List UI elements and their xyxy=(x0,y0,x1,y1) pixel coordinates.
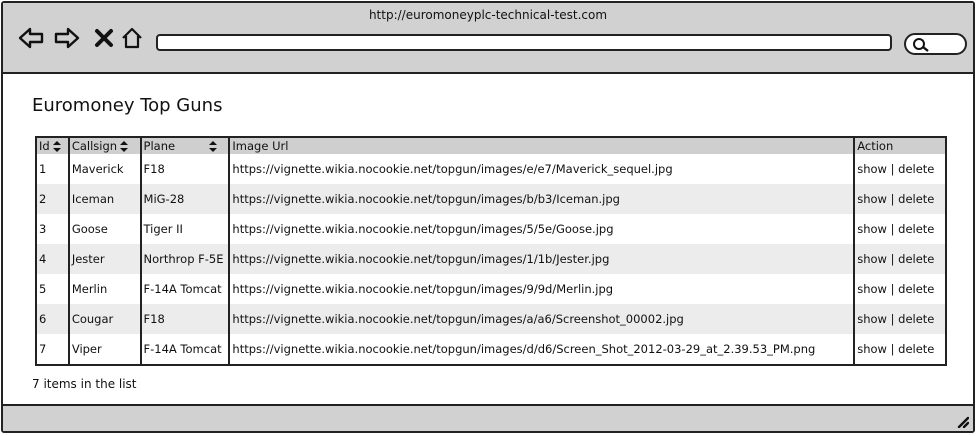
cell-image-url: https://vignette.wikia.nocookie.net/topg… xyxy=(229,244,856,274)
cell-callsign: Merlin xyxy=(68,274,142,304)
cell-callsign: Iceman xyxy=(68,184,142,214)
cell-plane: Tiger II xyxy=(140,214,231,244)
delete-link[interactable]: delete xyxy=(898,342,934,356)
sort-icon[interactable] xyxy=(120,141,129,152)
cell-plane: F-14A Tomcat xyxy=(140,274,231,304)
action-separator: | xyxy=(890,192,895,206)
delete-link[interactable]: delete xyxy=(898,162,934,176)
delete-link[interactable]: delete xyxy=(898,252,934,266)
cell-image-url: https://vignette.wikia.nocookie.net/topg… xyxy=(229,214,856,244)
table-row: 5 Merlin F-14A Tomcat https://vignette.wiki… xyxy=(36,274,946,304)
show-link[interactable]: show xyxy=(857,312,887,326)
cell-id: 1 xyxy=(36,154,70,184)
delete-link[interactable]: delete xyxy=(898,222,934,236)
column-header-callsign[interactable]: Callsign xyxy=(68,137,142,154)
cell-action: show | delete xyxy=(854,244,946,274)
close-x-icon[interactable] xyxy=(91,25,117,51)
cell-action: show | delete xyxy=(854,304,946,334)
cell-callsign: Maverick xyxy=(68,154,142,184)
page-content: Euromoney Top Guns Id Callsign Plane Ima… xyxy=(3,74,973,408)
column-header-image-url: Image Url xyxy=(229,137,856,154)
cell-callsign: Viper xyxy=(68,334,142,365)
show-link[interactable]: show xyxy=(857,222,887,236)
back-arrow-icon[interactable] xyxy=(18,25,44,51)
action-separator: | xyxy=(890,342,895,356)
status-bar xyxy=(3,404,973,431)
address-bar[interactable] xyxy=(156,34,892,51)
sort-icon[interactable] xyxy=(209,141,218,152)
cell-plane: F-14A Tomcat xyxy=(140,334,231,365)
sort-icon[interactable] xyxy=(52,141,61,152)
forward-arrow-icon[interactable] xyxy=(54,25,80,51)
cell-id: 4 xyxy=(36,244,70,274)
delete-link[interactable]: delete xyxy=(898,282,934,296)
cell-id: 7 xyxy=(36,334,70,365)
browser-window: http://euromoneyplc-technical-test.com E… xyxy=(1,1,975,433)
topguns-table: Id Callsign Plane Image Url Action 1 Mave… xyxy=(35,136,947,366)
cell-plane: Northrop F-5E xyxy=(140,244,231,274)
browser-toolbar: http://euromoneyplc-technical-test.com xyxy=(3,3,973,74)
cell-action: show | delete xyxy=(854,274,946,304)
cell-plane: F18 xyxy=(140,304,231,334)
cell-action: show | delete xyxy=(854,334,946,365)
cell-id: 5 xyxy=(36,274,70,304)
table-row: 1 Maverick F18 https://vignette.wikia.nocoo… xyxy=(36,154,946,184)
home-icon[interactable] xyxy=(119,25,145,51)
cell-callsign: Jester xyxy=(68,244,142,274)
cell-image-url: https://vignette.wikia.nocookie.net/topg… xyxy=(229,304,856,334)
show-link[interactable]: show xyxy=(857,192,887,206)
delete-link[interactable]: delete xyxy=(898,192,934,206)
show-link[interactable]: show xyxy=(857,162,887,176)
cell-id: 3 xyxy=(36,214,70,244)
cell-plane: F18 xyxy=(140,154,231,184)
table-row: 4 Jester Northrop F-5E https://vignette.wik… xyxy=(36,244,946,274)
table-row: 7 Viper F-14A Tomcat https://vignette.wikia… xyxy=(36,334,946,365)
delete-link[interactable]: delete xyxy=(898,312,934,326)
column-header-id[interactable]: Id xyxy=(36,137,70,154)
table-row: 2 Iceman MiG-28 https://vignette.wikia.noco… xyxy=(36,184,946,214)
show-link[interactable]: show xyxy=(857,282,887,296)
action-separator: | xyxy=(890,162,895,176)
action-separator: | xyxy=(890,282,895,296)
resize-handle-icon[interactable] xyxy=(955,414,969,428)
cell-id: 2 xyxy=(36,184,70,214)
action-separator: | xyxy=(890,252,895,266)
show-link[interactable]: show xyxy=(857,342,887,356)
show-link[interactable]: show xyxy=(857,252,887,266)
cell-plane: MiG-28 xyxy=(140,184,231,214)
table-header-row: Id Callsign Plane Image Url Action xyxy=(36,137,946,154)
cell-action: show | delete xyxy=(854,154,946,184)
cell-action: show | delete xyxy=(854,184,946,214)
column-header-action: Action xyxy=(854,137,946,154)
cell-callsign: Goose xyxy=(68,214,142,244)
cell-id: 6 xyxy=(36,304,70,334)
search-icon xyxy=(913,38,929,52)
cell-image-url: https://vignette.wikia.nocookie.net/topg… xyxy=(229,334,856,365)
search-box[interactable] xyxy=(904,33,967,55)
action-separator: | xyxy=(890,312,895,326)
table-row: 3 Goose Tiger II https://vignette.wikia.noc… xyxy=(36,214,946,244)
cell-image-url: https://vignette.wikia.nocookie.net/topg… xyxy=(229,274,856,304)
items-count: 7 items in the list xyxy=(32,377,137,391)
cell-action: show | delete xyxy=(854,214,946,244)
table-row: 6 Cougar F18 https://vignette.wikia.nocooki… xyxy=(36,304,946,334)
column-header-plane[interactable]: Plane xyxy=(140,137,231,154)
cell-image-url: https://vignette.wikia.nocookie.net/topg… xyxy=(229,154,856,184)
cell-image-url: https://vignette.wikia.nocookie.net/topg… xyxy=(229,184,856,214)
page-title: Euromoney Top Guns xyxy=(32,95,223,116)
action-separator: | xyxy=(890,222,895,236)
url-title: http://euromoneyplc-technical-test.com xyxy=(368,8,608,22)
cell-callsign: Cougar xyxy=(68,304,142,334)
